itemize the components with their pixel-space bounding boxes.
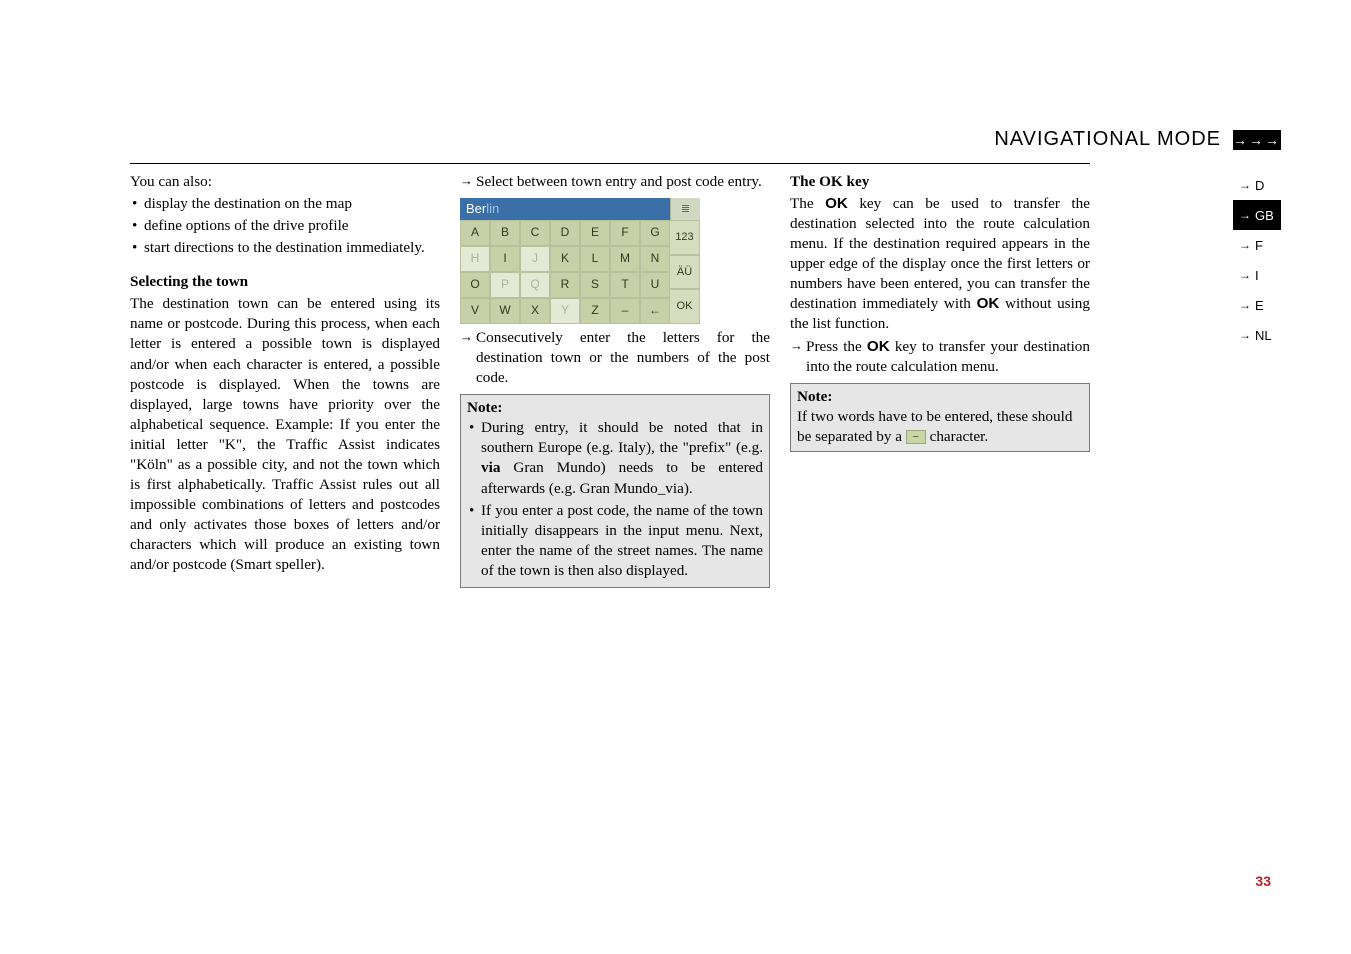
page-number: 33 xyxy=(1255,873,1271,889)
list-icon: ≣ xyxy=(670,198,700,220)
header-rule xyxy=(130,163,1090,164)
arrow-right-icon: → xyxy=(1239,178,1251,192)
tab-label: E xyxy=(1255,298,1264,313)
subheading: Selecting the town xyxy=(130,272,440,292)
column-left: You can also: display the destination on… xyxy=(130,172,440,577)
keyboard-key: W xyxy=(490,298,520,324)
list-item: display the destination on the map xyxy=(130,194,440,214)
tab-label: D xyxy=(1255,178,1264,193)
note-box: Note: If two words have to be entered, t… xyxy=(790,383,1090,452)
column-middle: Select between town entry and post code … xyxy=(460,172,770,588)
language-tab-i: →I xyxy=(1233,260,1281,290)
tab-label: F xyxy=(1255,238,1263,253)
keyboard-key: Y xyxy=(550,298,580,324)
keyboard-key: – xyxy=(610,298,640,324)
keyboard-key: Q xyxy=(520,272,550,298)
tab-label: NL xyxy=(1255,328,1272,343)
keyboard-key: M xyxy=(610,246,640,272)
keyboard-key: K xyxy=(550,246,580,272)
language-tab-e: →E xyxy=(1233,290,1281,320)
language-tab-f: →F xyxy=(1233,230,1281,260)
step-text: Consecutively enter the letters for the … xyxy=(460,328,770,388)
language-tab-gb: → GB xyxy=(1233,200,1281,230)
language-tab-d: →D xyxy=(1233,170,1281,200)
subheading: The OK key xyxy=(790,172,1090,192)
note-bullets: During entry, it should be noted that in… xyxy=(467,418,763,581)
keyboard-key: T xyxy=(610,272,640,298)
step-text: Press the OK key to transfer your destin… xyxy=(790,337,1090,377)
intro-text: You can also: xyxy=(130,172,440,192)
ok-key-label: OK xyxy=(825,195,848,212)
keyboard-grid: ABCDEFG HIJKLMN OPQRSTU VWXYZ–← xyxy=(460,220,670,324)
keyboard-key: H xyxy=(460,246,490,272)
language-tab-nl: → NL xyxy=(1233,320,1281,350)
list-item: define options of the drive profile xyxy=(130,216,440,236)
keyboard-key: G xyxy=(640,220,670,246)
page-title: NAVIGATIONAL MODE xyxy=(994,128,1221,151)
body-paragraph: The destination town can be entered usin… xyxy=(130,294,440,575)
tab-label: GB xyxy=(1255,208,1274,223)
arrow-right-icon: → xyxy=(1239,208,1251,222)
header: NAVIGATIONAL MODE →→→ xyxy=(876,128,1281,160)
keyboard-key: D xyxy=(550,220,580,246)
step-text: Select between town entry and post code … xyxy=(460,172,770,192)
ok-key-label: OK xyxy=(867,338,890,355)
keyboard-key: N xyxy=(640,246,670,272)
input-suffix: lin xyxy=(486,201,499,216)
keyboard-input-display: Berlin xyxy=(460,198,670,220)
keyboard-side-key: 123 xyxy=(670,220,700,255)
header-arrows-icon: →→→ xyxy=(1233,130,1281,150)
keyboard-key: U xyxy=(640,272,670,298)
note-label: Note: xyxy=(797,387,1083,407)
note-text: If two words have to be entered, these s… xyxy=(797,407,1083,447)
keyboard-key: J xyxy=(520,246,550,272)
input-prefix: Ber xyxy=(466,201,486,216)
note-label: Note: xyxy=(467,398,763,418)
arrow-right-icon: → xyxy=(1239,268,1251,282)
list-item: start directions to the destination imme… xyxy=(130,238,440,258)
keyboard-key: ← xyxy=(640,298,670,324)
keyboard-key: I xyxy=(490,246,520,272)
keyboard-key: P xyxy=(490,272,520,298)
keyboard-side-key: OK xyxy=(670,289,700,324)
keyboard-key: B xyxy=(490,220,520,246)
arrow-right-icon: → xyxy=(1239,238,1251,252)
keyboard-key: E xyxy=(580,220,610,246)
tab-label: I xyxy=(1255,268,1259,283)
language-tabs: →D→GB→F→I→E→NL xyxy=(1233,170,1281,350)
onscreen-keyboard: Berlin ≣ ABCDEFG HIJKLMN OPQRSTU VWXYZ–← 12… xyxy=(460,198,700,324)
keyboard-key: L xyxy=(580,246,610,272)
note-box: Note: During entry, it should be noted t… xyxy=(460,394,770,588)
list-item: If you enter a post code, the name of th… xyxy=(467,501,763,581)
keyboard-key: F xyxy=(610,220,640,246)
text: character. xyxy=(926,428,988,445)
keyboard-key: A xyxy=(460,220,490,246)
arrow-right-icon: → xyxy=(1239,328,1251,342)
keyboard-side-key: ÄÜ xyxy=(670,255,700,290)
arrow-right-icon: → xyxy=(1239,298,1251,312)
keyboard-key: C xyxy=(520,220,550,246)
column-right: The OK key The OK key can be used to tra… xyxy=(790,172,1090,452)
ok-key-label: OK xyxy=(977,295,1000,312)
keyboard-key: R xyxy=(550,272,580,298)
intro-bullets: display the destination on the map defin… xyxy=(130,194,440,258)
keyboard-key: O xyxy=(460,272,490,298)
text: The xyxy=(790,195,825,212)
text: Press the xyxy=(806,338,867,355)
space-character-icon: – xyxy=(906,430,926,444)
keyboard-key: Z xyxy=(580,298,610,324)
list-item: During entry, it should be noted that in… xyxy=(467,418,763,498)
body-paragraph: The OK key can be used to transfer the d… xyxy=(790,194,1090,334)
keyboard-key: V xyxy=(460,298,490,324)
keyboard-key: X xyxy=(520,298,550,324)
keyboard-key: S xyxy=(580,272,610,298)
